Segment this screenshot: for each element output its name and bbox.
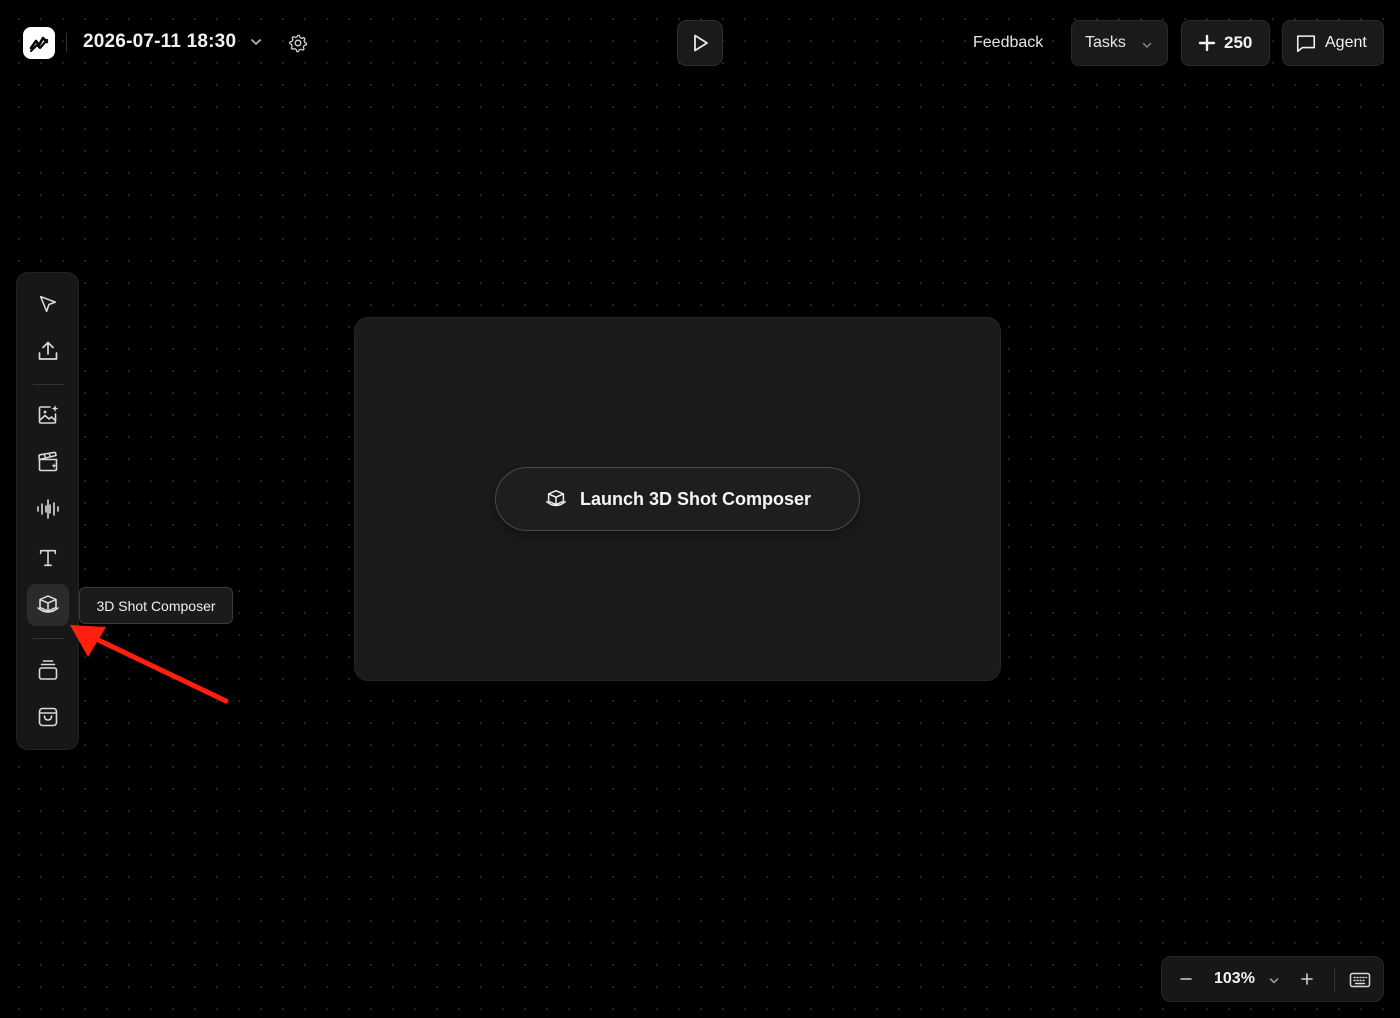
project-title[interactable]: 2026-07-11 18:30 bbox=[83, 31, 236, 53]
zoom-level[interactable]: 103% bbox=[1214, 970, 1255, 988]
credits-button[interactable]: 250 bbox=[1181, 20, 1270, 66]
chevron-down-icon[interactable] bbox=[1268, 975, 1280, 987]
gear-icon bbox=[289, 34, 308, 53]
settings-button[interactable] bbox=[287, 32, 309, 54]
top-bar: 2026-07-11 18:30 Feedback Tasks 250 Agen… bbox=[0, 0, 1400, 86]
keyboard-icon bbox=[1349, 972, 1371, 988]
launch-3d-shot-composer-button[interactable]: Launch 3D Shot Composer bbox=[495, 467, 860, 531]
minus-icon bbox=[1180, 978, 1192, 980]
chat-bubble-icon bbox=[1296, 35, 1316, 53]
annotation-arrow bbox=[70, 625, 229, 704]
chevron-down-icon[interactable] bbox=[249, 35, 263, 49]
upload-icon bbox=[38, 341, 58, 360]
composer-card: Launch 3D Shot Composer bbox=[354, 317, 1001, 681]
audio-generation-button[interactable] bbox=[27, 488, 69, 530]
feedback-link[interactable]: Feedback bbox=[960, 20, 1056, 66]
zoom-control: 103% bbox=[1161, 956, 1384, 1002]
app-logo[interactable] bbox=[23, 27, 55, 59]
chart-trend-icon bbox=[29, 36, 49, 53]
credits-value: 250 bbox=[1224, 33, 1253, 52]
bag-icon bbox=[38, 707, 58, 727]
tasks-label: Tasks bbox=[1085, 34, 1126, 51]
agent-button[interactable]: Agent bbox=[1282, 20, 1384, 66]
play-icon bbox=[694, 34, 708, 52]
stack-icon bbox=[38, 660, 58, 680]
top-divider bbox=[66, 33, 67, 53]
plus-icon bbox=[1198, 34, 1216, 52]
keyboard-shortcuts-button[interactable] bbox=[1348, 969, 1372, 991]
clapperboard-icon bbox=[38, 451, 58, 472]
chevron-down-icon bbox=[1141, 39, 1153, 51]
cursor-icon bbox=[39, 295, 57, 313]
cube-icon bbox=[37, 595, 59, 613]
zoom-in-button[interactable] bbox=[1297, 969, 1317, 989]
agent-label: Agent bbox=[1325, 34, 1367, 51]
image-sparkle-icon bbox=[38, 405, 59, 424]
play-button[interactable] bbox=[677, 20, 723, 66]
plus-icon bbox=[1301, 973, 1313, 985]
text-icon bbox=[39, 549, 57, 567]
zoom-out-button[interactable] bbox=[1176, 969, 1196, 989]
image-generation-button[interactable] bbox=[27, 394, 69, 436]
upload-button[interactable] bbox=[27, 330, 69, 372]
text-tool-button[interactable] bbox=[27, 537, 69, 579]
sidebar-divider bbox=[33, 384, 64, 385]
cube-icon bbox=[546, 489, 566, 507]
select-tool-button[interactable] bbox=[27, 283, 69, 325]
launch-button-label: Launch 3D Shot Composer bbox=[579, 488, 812, 509]
zoom-divider bbox=[1334, 968, 1335, 992]
tasks-dropdown[interactable]: Tasks bbox=[1071, 20, 1168, 66]
waveform-icon bbox=[37, 499, 59, 519]
video-generation-button[interactable] bbox=[27, 441, 69, 483]
